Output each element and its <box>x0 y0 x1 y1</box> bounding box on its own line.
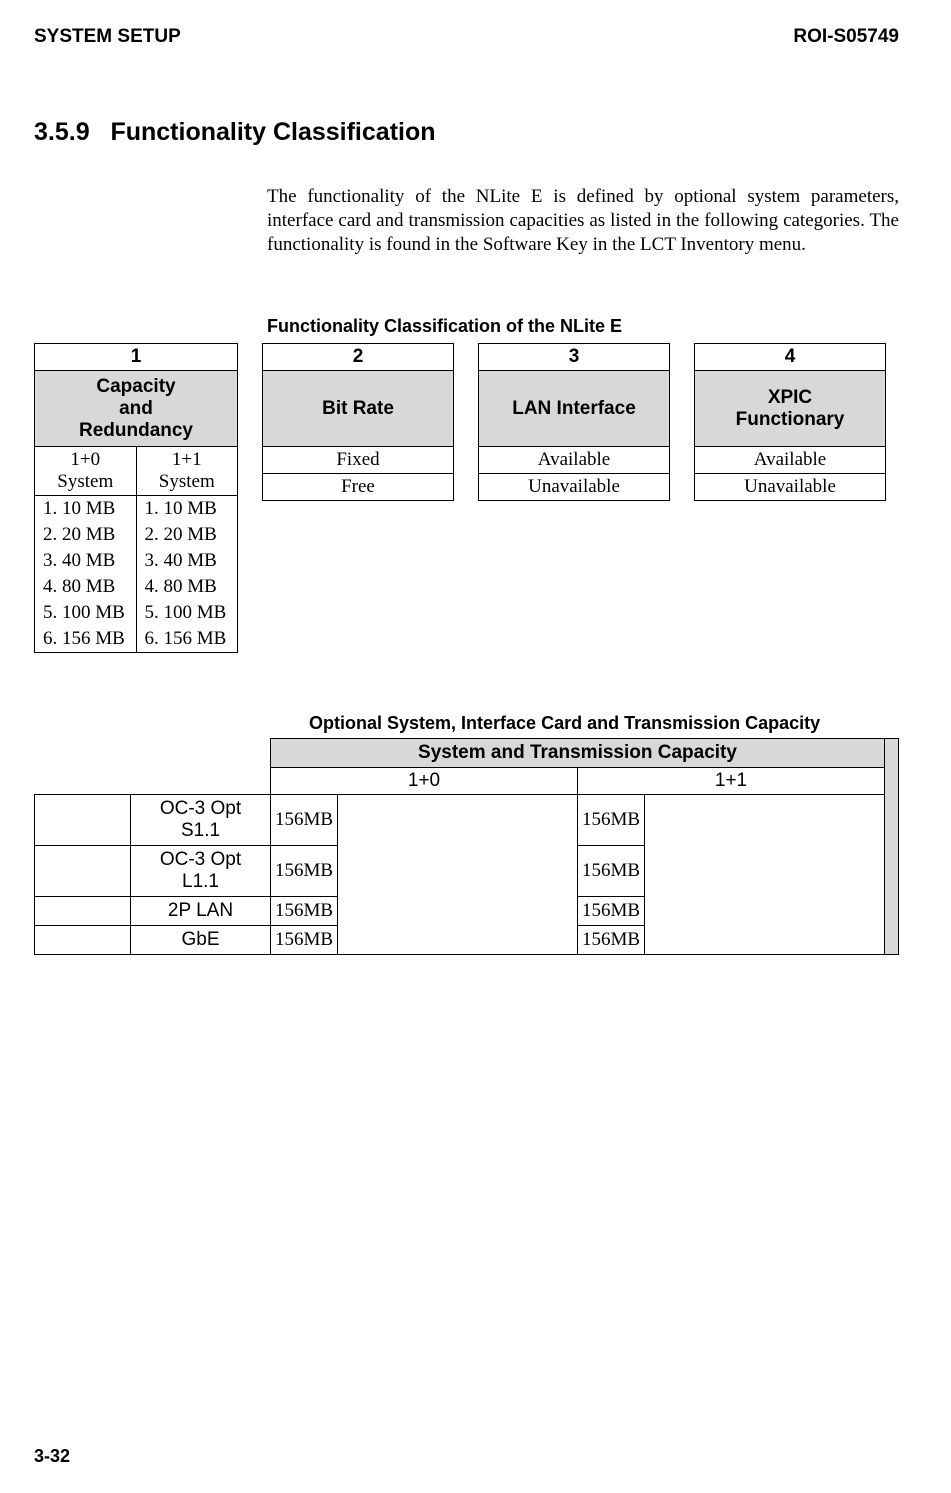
fc-table-title: Functionality Classification of the NLit… <box>267 316 899 337</box>
ot-sub-1: 1+1 <box>578 768 885 795</box>
fc-box-2-r1: Free <box>263 474 454 501</box>
fc-box-1: 1 Capacity and Redundancy 1+0 System 1+1… <box>34 343 238 653</box>
ot-row-1-blank <box>35 846 131 897</box>
ot-row-2-gap0 <box>338 897 578 926</box>
fc-box-4-r1: Unavailable <box>695 474 886 501</box>
ot-row-1-v1: 156MB <box>578 846 645 897</box>
fc-box-1-r2c0: 3. 40 MB <box>35 548 137 574</box>
fc-box-1-num: 1 <box>35 344 238 371</box>
fc-box-3-r1: Unavailable <box>479 474 670 501</box>
fc-box-3-r0: Available <box>479 447 670 474</box>
fc-box-1-r0c1: 1. 10 MB <box>136 496 238 523</box>
ot-row-2-blank <box>35 897 131 926</box>
fc-box-1-subhead-1: 1+1 System <box>136 447 238 496</box>
fc-box-4-r0: Available <box>695 447 886 474</box>
ot-row-1-label: OC-3 Opt L1.1 <box>131 846 271 897</box>
fc-box-2-r0: Fixed <box>263 447 454 474</box>
fc-box-1-r5c0: 6. 156 MB <box>35 626 137 653</box>
fc-box-4-label: XPIC Functionary <box>695 371 886 447</box>
section-title: Functionality Classification <box>110 118 435 146</box>
fc-box-1-r2c1: 3. 40 MB <box>136 548 238 574</box>
ot-right-gap <box>885 739 899 955</box>
ot-row-1: OC-3 Opt L1.1 156MB 156MB <box>35 846 899 897</box>
fc-box-1-r5c1: 6. 156 MB <box>136 626 238 653</box>
fc-box-2-num: 2 <box>263 344 454 371</box>
ot-row-0: OC-3 Opt S1.1 156MB 156MB <box>35 795 899 846</box>
fc-box-1-r4c1: 5. 100 MB <box>136 600 238 626</box>
ot-row-0-v1: 156MB <box>578 795 645 846</box>
section-heading: 3.5.9 Functionality Classification <box>34 118 899 147</box>
ot-row-1-gap0 <box>338 846 578 897</box>
ot-row-2: 2P LAN 156MB 156MB <box>35 897 899 926</box>
page-number: 3-32 <box>34 1446 70 1467</box>
ot-row-2-gap1 <box>645 897 885 926</box>
fc-box-1-label: Capacity and Redundancy <box>35 371 238 447</box>
body-paragraph: The functionality of the NLite E is defi… <box>267 185 899 256</box>
ot-row-3-blank <box>35 926 131 955</box>
ot-head: System and Transmission Capacity <box>271 739 885 768</box>
header-left: SYSTEM SETUP <box>34 26 181 48</box>
ot-sub-0: 1+0 <box>271 768 578 795</box>
ot-row-1-v0: 156MB <box>271 846 338 897</box>
ot-row-3: GbE 156MB 156MB <box>35 926 899 955</box>
fc-box-1-r3c1: 4. 80 MB <box>136 574 238 600</box>
ot-row-2-v1: 156MB <box>578 897 645 926</box>
ot-table-wrap: System and Transmission Capacity 1+0 1+1… <box>34 738 899 955</box>
fc-box-1-r3c0: 4. 80 MB <box>35 574 137 600</box>
ot-row-0-gap0 <box>338 795 578 846</box>
ot-row-3-v1: 156MB <box>578 926 645 955</box>
fc-box-3: 3 LAN Interface Available Unavailable <box>478 343 670 501</box>
page-header: SYSTEM SETUP ROI-S05749 <box>34 26 899 48</box>
ot-row-3-v0: 156MB <box>271 926 338 955</box>
ot-row-1-gap1 <box>645 846 885 897</box>
fc-box-2-label: Bit Rate <box>263 371 454 447</box>
fc-box-4: 4 XPIC Functionary Available Unavailable <box>694 343 886 501</box>
ot-row-2-v0: 156MB <box>271 897 338 926</box>
section-number: 3.5.9 <box>34 118 90 146</box>
fc-box-3-label: LAN Interface <box>479 371 670 447</box>
ot-row-0-gap1 <box>645 795 885 846</box>
fc-box-1-r4c0: 5. 100 MB <box>35 600 137 626</box>
ot-row-3-label: GbE <box>131 926 271 955</box>
fc-box-2: 2 Bit Rate Fixed Free <box>262 343 454 501</box>
ot-table: System and Transmission Capacity 1+0 1+1… <box>34 738 899 955</box>
ot-row-3-gap0 <box>338 926 578 955</box>
ot-row-0-v0: 156MB <box>271 795 338 846</box>
fc-box-4-num: 4 <box>695 344 886 371</box>
ot-row-0-blank <box>35 795 131 846</box>
header-right: ROI-S05749 <box>793 26 899 48</box>
ot-row-2-label: 2P LAN <box>131 897 271 926</box>
fc-box-1-r0c0: 1. 10 MB <box>35 496 137 523</box>
fc-box-1-subhead-0: 1+0 System <box>35 447 137 496</box>
ot-table-title: Optional System, Interface Card and Tran… <box>309 713 899 734</box>
fc-box-3-num: 3 <box>479 344 670 371</box>
fc-tables-row: 1 Capacity and Redundancy 1+0 System 1+1… <box>34 343 899 653</box>
ot-row-3-gap1 <box>645 926 885 955</box>
ot-row-0-label: OC-3 Opt S1.1 <box>131 795 271 846</box>
fc-box-1-r1c1: 2. 20 MB <box>136 522 238 548</box>
fc-box-1-r1c0: 2. 20 MB <box>35 522 137 548</box>
